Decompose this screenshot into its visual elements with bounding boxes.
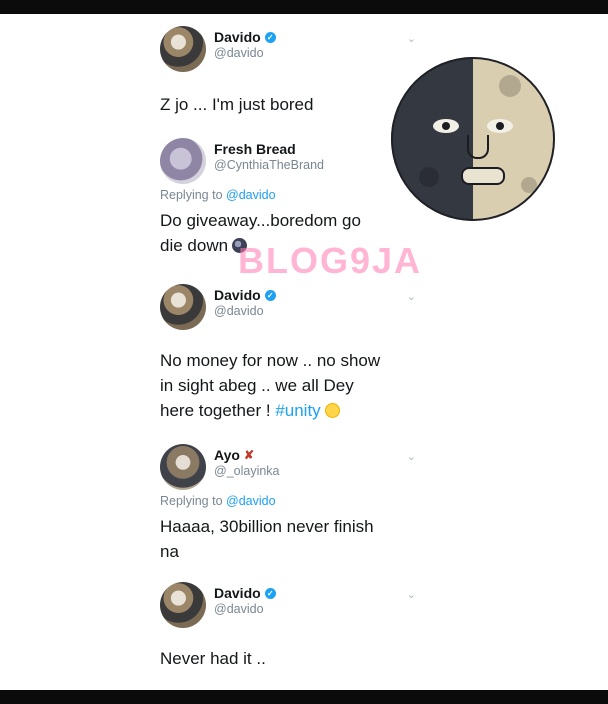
avatar[interactable]	[160, 582, 206, 628]
tweet-text-line: No money for now .. no show	[160, 351, 381, 370]
cross-emoji-icon: ✘	[243, 448, 254, 462]
display-name[interactable]: Davido	[214, 585, 261, 601]
crater	[419, 167, 439, 187]
tweet-text-line: na	[160, 542, 179, 561]
replying-label: Replying to	[160, 188, 223, 202]
user-handle[interactable]: @davido	[214, 602, 276, 616]
author-block: Davido ✓ @davido	[214, 29, 276, 60]
mention-link[interactable]: @davido	[226, 188, 276, 202]
moon-nose	[467, 135, 489, 159]
replying-label: Replying to	[160, 494, 223, 508]
author-block: Davido ✓ @davido	[214, 287, 276, 318]
crater	[521, 177, 537, 193]
user-handle[interactable]: @davido	[214, 304, 276, 318]
user-handle[interactable]: @CynthiaTheBrand	[214, 158, 324, 172]
tweet-3[interactable]: Davido ✓ @davido ⌄ No money for now .. n…	[160, 284, 430, 423]
top-black-border	[0, 0, 608, 14]
laughing-emoji-icon	[324, 403, 340, 418]
display-name[interactable]: Fresh Bread	[214, 141, 324, 157]
display-name[interactable]: Ayo	[214, 447, 240, 463]
author-name[interactable]: Davido ✓	[214, 287, 276, 303]
replying-to: Replying to @davido	[160, 494, 430, 508]
tweet-text-line: Do giveaway...boredom go	[160, 211, 361, 230]
user-handle[interactable]: @_olayinka	[214, 464, 280, 478]
moon-face-sticker	[391, 57, 555, 221]
tweet-1[interactable]: Davido ✓ @davido ⌄ Z jo ... I'm just bor…	[160, 26, 430, 117]
avatar[interactable]	[160, 138, 206, 184]
replying-to: Replying to @davido	[160, 188, 430, 202]
tweet-text-line: here together ! #unity	[160, 398, 430, 423]
crater	[499, 75, 521, 97]
tweet-header: Ayo ✘ @_olayinka ⌄	[160, 444, 430, 490]
verified-badge-icon: ✓	[264, 31, 276, 43]
tweet-header: Davido ✓ @davido ⌄	[160, 284, 430, 330]
moon-eye-right	[487, 119, 513, 133]
user-handle[interactable]: @davido	[214, 46, 276, 60]
bottom-black-border	[0, 690, 608, 704]
author-block: Ayo ✘ @_olayinka	[214, 447, 280, 478]
author-block: Fresh Bread @CynthiaTheBrand	[214, 141, 324, 172]
author-name[interactable]: Ayo ✘	[214, 447, 280, 463]
display-name[interactable]: Davido	[214, 29, 261, 45]
moon-pupil	[442, 122, 450, 130]
author-block: Davido ✓ @davido	[214, 585, 276, 616]
moon-eye-left	[433, 119, 459, 133]
chevron-down-icon[interactable]: ⌄	[407, 290, 416, 303]
avatar[interactable]	[160, 26, 206, 72]
avatar[interactable]	[160, 284, 206, 330]
tweet-text-fragment: here together !	[160, 401, 271, 420]
tweet-text: Never had it ..	[160, 649, 266, 668]
tweet-text: Haaaa, 30billion never finish na	[160, 514, 430, 564]
tweet-text: Z jo ... I'm just bored	[160, 95, 314, 114]
tweet-4[interactable]: Ayo ✘ @_olayinka ⌄ Replying to @davido H…	[160, 444, 430, 564]
author-name[interactable]: Davido ✓	[214, 585, 276, 601]
chevron-down-icon[interactable]: ⌄	[407, 32, 416, 45]
mention-link[interactable]: @davido	[226, 494, 276, 508]
verified-badge-icon: ✓	[264, 289, 276, 301]
tweet-text-fragment: die down	[160, 236, 229, 255]
tweet-text: No money for now .. no show in sight abe…	[160, 348, 430, 423]
tweet-5[interactable]: Davido ✓ @davido ⌄ Never had it ..	[160, 582, 430, 671]
tweet-header: Fresh Bread @CynthiaTheBrand ⌄	[160, 138, 430, 184]
moon-pupil	[496, 122, 504, 130]
tweet-header: Davido ✓ @davido ⌄	[160, 582, 430, 628]
display-name[interactable]: Davido	[214, 287, 261, 303]
avatar[interactable]	[160, 444, 206, 490]
chevron-down-icon[interactable]: ⌄	[407, 450, 416, 463]
hashtag-link[interactable]: #unity	[275, 401, 320, 420]
chevron-down-icon[interactable]: ⌄	[407, 588, 416, 601]
tweet-header: Davido ✓ @davido ⌄	[160, 26, 430, 72]
tweet-text-line: in sight abeg .. we all Dey	[160, 376, 354, 395]
verified-badge-icon: ✓	[264, 587, 276, 599]
tweet-text-line: Haaaa, 30billion never finish	[160, 517, 374, 536]
author-name[interactable]: Davido ✓	[214, 29, 276, 45]
watermark: BLOG9JA	[238, 240, 423, 281]
moon-mouth	[461, 167, 505, 185]
